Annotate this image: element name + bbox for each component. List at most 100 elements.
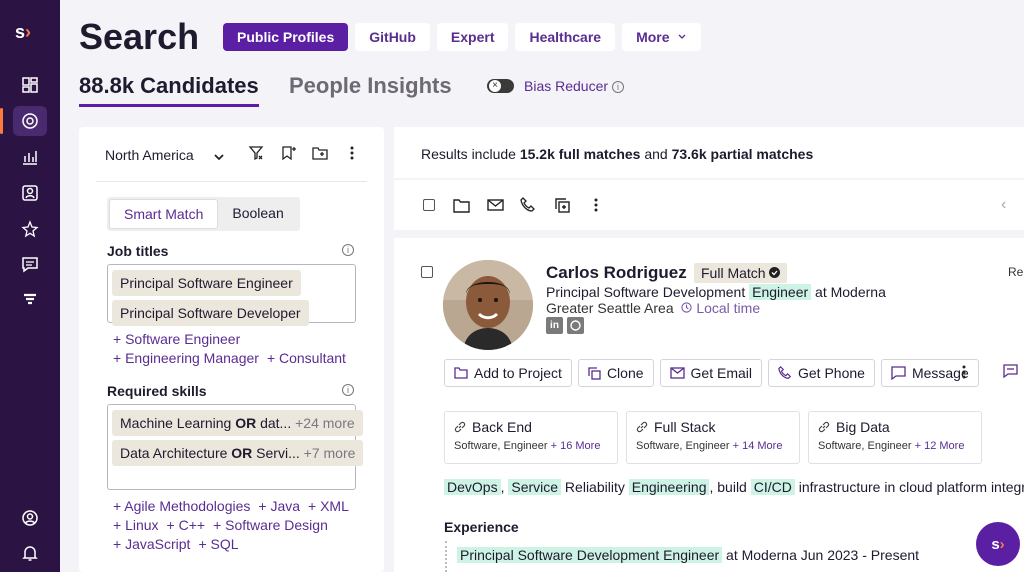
user-icon[interactable]	[13, 503, 47, 533]
email-icon[interactable]	[486, 196, 504, 214]
messages-icon[interactable]	[13, 249, 47, 279]
message-icon	[891, 366, 906, 380]
suggestion-software-design[interactable]: + Software Design	[213, 517, 328, 533]
experience-heading: Experience	[444, 519, 519, 535]
filter-icon[interactable]	[13, 285, 47, 315]
skill-cluster-card[interactable]: Back End Software, Engineer + 16 More	[444, 411, 618, 464]
required-skills-label: Required skills	[107, 383, 207, 399]
candidate-summary: DevOps, Service Reliability Engineering,…	[444, 479, 1024, 495]
clear-filter-icon[interactable]	[247, 144, 265, 162]
phone-icon[interactable]	[519, 196, 537, 214]
suggestion-cpp[interactable]: + C++	[167, 517, 206, 533]
suggestion-consultant[interactable]: + Consultant	[267, 350, 346, 366]
job-titles-label: Job titles	[107, 243, 169, 259]
suggestion-linux[interactable]: + Linux	[113, 517, 159, 533]
social-links: in	[546, 317, 584, 334]
bookmark-add-icon[interactable]	[279, 144, 297, 162]
contacts-icon[interactable]	[13, 178, 47, 208]
suggestion-javascript[interactable]: + JavaScript	[113, 536, 190, 552]
bias-reducer-toggle[interactable]	[487, 79, 514, 93]
page-title: Search	[79, 16, 200, 57]
tab-candidates[interactable]: 88.8k Candidates	[79, 73, 259, 107]
suggestion-software-engineer[interactable]: + Software Engineer	[113, 331, 240, 347]
left-rail: s›	[0, 0, 60, 572]
experience-item: Principal Software Development Engineer …	[457, 547, 919, 563]
candidate-name[interactable]: Carlos Rodriguez	[546, 263, 687, 283]
suggestion-agile[interactable]: + Agile Methodologies	[113, 498, 250, 514]
chevron-down-icon[interactable]	[213, 151, 225, 163]
info-icon[interactable]: i	[611, 81, 624, 94]
candidate-location: Greater Seattle Area Local time	[546, 300, 761, 316]
select-all-checkbox[interactable]	[420, 196, 438, 214]
filters-panel: North America Smart Match Boolean Job ti…	[79, 127, 384, 572]
filter-actions	[247, 144, 361, 162]
chat-icon[interactable]	[1003, 364, 1018, 383]
skill-suggestions: + Agile Methodologies + Java + XML + Linux…	[113, 497, 357, 554]
verified-icon	[769, 267, 781, 278]
skill-chip[interactable]: Data Architecture OR Servi... +7 more	[112, 440, 364, 466]
assistant-button[interactable]: s ›	[976, 522, 1020, 566]
bias-reducer-label: Bias Reducer	[524, 78, 609, 94]
skill-clusters: Back End Software, Engineer + 16 More Fu…	[444, 411, 982, 464]
tab-expert[interactable]: Expert	[436, 23, 509, 51]
email-icon	[669, 367, 685, 379]
app-logo[interactable]: s›	[15, 22, 31, 43]
results-toolbar: ‹	[394, 180, 1024, 230]
smart-match-option[interactable]: Smart Match	[109, 199, 219, 229]
skill-cluster-card[interactable]: Full Stack Software, Engineer + 14 More	[626, 411, 800, 464]
more-vertical-icon[interactable]	[962, 364, 966, 385]
chevron-left-icon[interactable]: ‹	[1001, 196, 1006, 214]
timeline	[445, 541, 447, 572]
skill-cluster-card[interactable]: Big Data Software, Engineer + 12 More	[808, 411, 982, 464]
phone-icon	[778, 366, 792, 379]
job-title-chip[interactable]: Principal Software Developer	[112, 300, 309, 326]
job-title-chip[interactable]: Principal Software Engineer	[112, 270, 301, 296]
tab-github[interactable]: GitHub	[355, 23, 430, 51]
job-titles-field[interactable]: Principal Software Engineer Principal So…	[107, 264, 356, 326]
folder-add-icon[interactable]	[311, 144, 329, 162]
tab-public-profiles[interactable]: Public Profiles	[223, 23, 349, 51]
star-icon[interactable]	[13, 214, 47, 244]
more-vertical-icon[interactable]	[343, 144, 361, 162]
get-email-button[interactable]: Get Email	[659, 359, 762, 387]
source-tabs: Public Profiles GitHub Expert Healthcare…	[223, 23, 702, 51]
suggestion-sql[interactable]: + SQL	[198, 536, 238, 552]
clone-icon[interactable]	[553, 196, 571, 214]
clone-button[interactable]: Clone	[577, 359, 654, 387]
job-title-suggestions: + Software Engineer + Engineering Manage…	[113, 330, 354, 368]
candidate-checkbox[interactable]	[421, 266, 433, 278]
region-select[interactable]: North America	[105, 147, 194, 163]
dashboard-icon[interactable]	[13, 70, 47, 100]
suggestion-engineering-manager[interactable]: + Engineering Manager	[113, 350, 259, 366]
avatar	[443, 260, 533, 350]
candidate-card: Carlos Rodriguez Full Match Principal So…	[394, 238, 1024, 572]
info-icon[interactable]: i	[342, 384, 354, 396]
info-icon[interactable]: i	[342, 244, 354, 256]
add-to-project-button[interactable]: Add to Project	[444, 359, 572, 387]
github-icon[interactable]	[567, 317, 584, 334]
skill-chip[interactable]: Machine Learning OR dat... +24 more	[112, 410, 363, 436]
suggestion-xml[interactable]: + XML	[308, 498, 349, 514]
folder-icon[interactable]	[452, 196, 470, 214]
tab-more-label: More	[636, 29, 670, 45]
more-vertical-icon[interactable]	[587, 196, 605, 214]
suggestion-java[interactable]: + Java	[258, 498, 300, 514]
tab-healthcare[interactable]: Healthcare	[515, 23, 616, 51]
insights-icon[interactable]	[13, 142, 47, 172]
results-summary: Results include 15.2k full matches and 7…	[394, 127, 1024, 178]
clone-icon	[588, 366, 601, 380]
rep-label: Rep	[1008, 265, 1024, 279]
get-phone-button[interactable]: Get Phone	[768, 359, 875, 387]
bias-reducer[interactable]: Bias Reducer i	[524, 78, 624, 94]
tab-more[interactable]: More	[622, 23, 702, 51]
boolean-option[interactable]: Boolean	[218, 199, 297, 229]
search-icon[interactable]	[0, 106, 47, 136]
candidate-role: Principal Software Development Engineer …	[546, 284, 886, 300]
required-skills-field[interactable]: Machine Learning OR dat... +24 more Data…	[107, 404, 364, 490]
chevron-down-icon	[678, 34, 686, 39]
match-mode-toggle: Smart Match Boolean	[107, 197, 300, 231]
tab-people-insights[interactable]: People Insights	[289, 73, 452, 99]
linkedin-icon[interactable]: in	[546, 317, 563, 334]
bell-icon[interactable]	[13, 538, 47, 568]
clock-icon	[681, 302, 693, 313]
